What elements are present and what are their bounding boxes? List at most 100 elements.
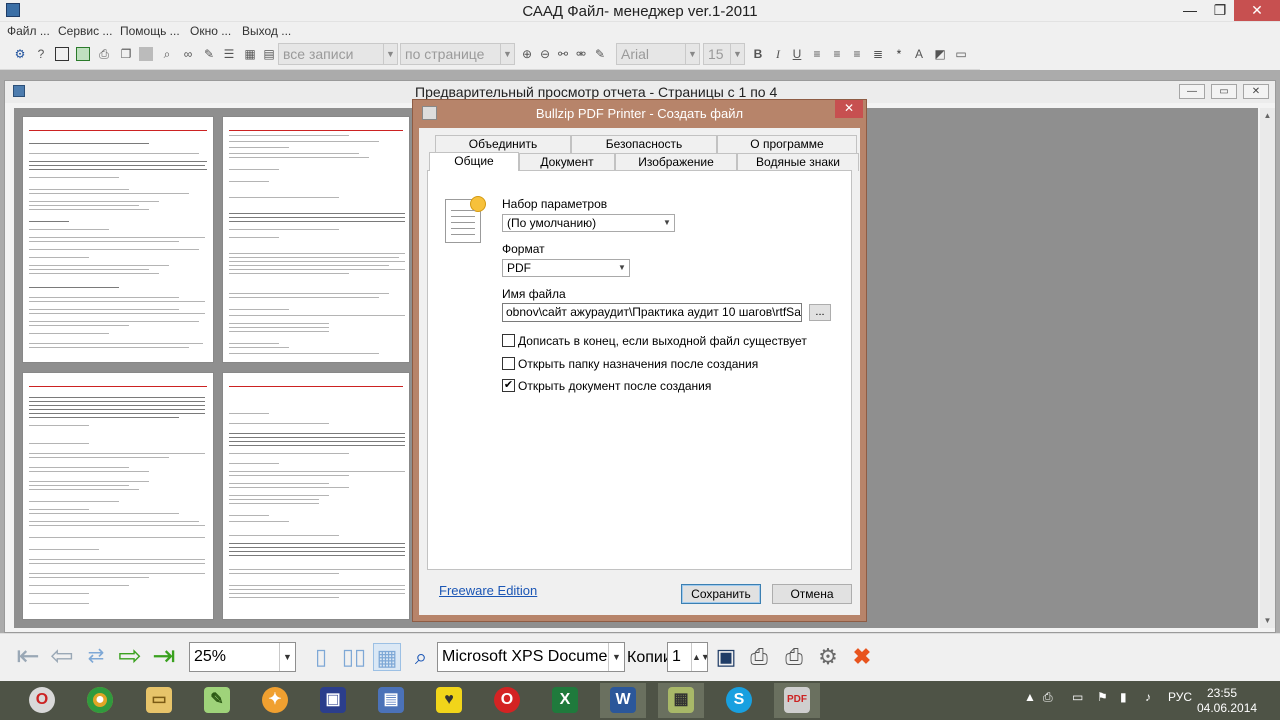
page-thumbnail-1[interactable] <box>22 116 214 363</box>
single-page-icon[interactable]: ▯ <box>307 643 335 671</box>
scroll-up-icon[interactable]: ▲ <box>1260 108 1275 123</box>
print-setup-icon[interactable]: ⎙ <box>745 643 773 671</box>
opera-red-icon[interactable]: O <box>484 683 530 718</box>
tab-watermarks[interactable]: Водяные знаки <box>737 153 859 171</box>
tray-printer-icon[interactable]: ⎙ <box>1043 690 1053 705</box>
page-thumbnail-3[interactable] <box>22 372 214 620</box>
font-size-select[interactable]: 15 ▼ <box>703 43 745 65</box>
save-icon[interactable]: ▣ <box>310 683 356 718</box>
print-icon[interactable]: ⎙ <box>780 643 808 671</box>
yandex-icon[interactable]: ♥ <box>426 683 472 718</box>
notepad-icon[interactable]: ✎ <box>194 683 240 718</box>
tray-flag-icon[interactable]: ⚑ <box>1097 690 1108 704</box>
search-icon[interactable]: ⌕ <box>160 47 174 61</box>
close-preview-icon[interactable]: ✖ <box>848 643 876 671</box>
bold-button[interactable]: B <box>751 47 765 61</box>
chrome-icon[interactable]: ● <box>77 683 123 718</box>
remote-icon[interactable]: ▤ <box>368 683 414 718</box>
tray-arrow-icon[interactable]: ▲ <box>1024 690 1036 704</box>
skype-icon[interactable]: S <box>716 683 762 718</box>
tab-document[interactable]: Документ <box>519 153 615 171</box>
preview-minimize-button[interactable]: — <box>1179 84 1205 99</box>
opera-icon[interactable]: O <box>19 683 65 718</box>
border-icon[interactable]: ▭ <box>954 47 968 61</box>
menu-file[interactable]: Файл ... <box>7 24 50 38</box>
cancel-button[interactable]: Отмена <box>772 584 852 604</box>
four-pages-icon[interactable]: ▦ <box>373 643 401 671</box>
menu-exit[interactable]: Выход ... <box>242 24 291 38</box>
minimize-button[interactable]: — <box>1176 0 1204 21</box>
zoom-icon[interactable]: ⌕ <box>407 643 435 671</box>
tab-general[interactable]: Общие <box>429 152 519 171</box>
align-justify-icon[interactable]: ≣ <box>871 47 885 61</box>
language-indicator[interactable]: РУС <box>1168 690 1192 704</box>
two-pages-icon[interactable]: ▯▯ <box>340 643 368 671</box>
tab-image[interactable]: Изображение <box>615 153 737 171</box>
dialog-close-button[interactable]: ✕ <box>835 100 863 118</box>
firefox-icon[interactable]: ✦ <box>252 683 298 718</box>
text-color-icon[interactable]: A <box>912 47 926 61</box>
list-icon[interactable]: ☰ <box>222 47 236 61</box>
page-thumbnail-2[interactable] <box>222 116 410 363</box>
align-center-icon[interactable]: ≡ <box>830 47 844 61</box>
open-folder-checkbox[interactable] <box>502 357 515 370</box>
brush-icon[interactable]: ✎ <box>593 47 607 61</box>
zoom-out-icon[interactable]: ⊖ <box>538 47 552 61</box>
tray-keyboard-icon[interactable]: ▭ <box>1072 690 1083 704</box>
page-thumbnail-4[interactable] <box>222 372 410 620</box>
save-disk-icon[interactable]: ▣ <box>712 643 740 671</box>
unlink-icon[interactable]: ⚮ <box>574 47 588 61</box>
zoom-in-icon[interactable]: ⊕ <box>520 47 534 61</box>
close-button[interactable]: ✕ <box>1234 0 1280 21</box>
tray-network-icon[interactable]: ▮ <box>1120 690 1127 704</box>
preview-maximize-button[interactable]: ▭ <box>1211 84 1237 99</box>
page-jump-icon[interactable]: ⇄ <box>81 641 111 673</box>
filter-select[interactable]: все записи ▼ <box>278 43 398 65</box>
fill-color-icon[interactable]: ◩ <box>933 47 947 61</box>
freeware-edition-link[interactable]: Freeware Edition <box>439 583 537 598</box>
prev-page-icon[interactable]: ⇦ <box>47 641 77 673</box>
connect-icon[interactable]: ⚙ <box>13 47 27 61</box>
explorer-icon[interactable]: ▭ <box>136 683 182 718</box>
save-button[interactable]: Сохранить <box>681 584 761 604</box>
format-select[interactable]: PDF ▼ <box>502 259 630 277</box>
preset-select[interactable]: (По умолчанию) ▼ <box>502 214 675 232</box>
last-page-icon[interactable]: ⇥ <box>149 641 179 673</box>
align-right-icon[interactable]: ≡ <box>850 47 864 61</box>
browse-button[interactable]: ... <box>809 304 831 321</box>
filename-input[interactable]: obnov\сайт ажураудит\Практика аудит 10 ш… <box>502 303 802 322</box>
next-page-icon[interactable]: ⇨ <box>115 641 145 673</box>
table-icon[interactable] <box>76 47 90 61</box>
menu-window[interactable]: Окно ... <box>190 24 231 38</box>
spinner-arrows-icon[interactable]: ▲▼ <box>691 643 707 671</box>
word-icon[interactable]: W <box>600 683 646 718</box>
open-document-checkbox[interactable]: ✔ <box>502 379 515 392</box>
asterisk-icon[interactable]: * <box>892 47 906 61</box>
archive-icon[interactable]: ▦ <box>658 683 704 718</box>
append-checkbox[interactable] <box>502 334 515 347</box>
underline-button[interactable]: U <box>790 47 804 61</box>
calculator-icon[interactable] <box>55 47 69 61</box>
tab-about[interactable]: О программе <box>717 135 857 153</box>
menu-service[interactable]: Сервис ... <box>58 24 112 38</box>
preview-close-button[interactable]: ✕ <box>1243 84 1269 99</box>
restore-button[interactable]: ❐ <box>1206 0 1234 21</box>
grid-icon[interactable]: ▤ <box>262 47 276 61</box>
help-icon[interactable]: ? <box>34 47 48 61</box>
printer-select[interactable]: Microsoft XPS Document Writer▼ <box>437 642 625 672</box>
align-left-icon[interactable]: ≡ <box>810 47 824 61</box>
binoculars-icon[interactable]: ∞ <box>181 47 195 61</box>
first-page-icon[interactable]: ⇤ <box>13 641 43 673</box>
filter-icon[interactable]: ▦ <box>243 47 257 61</box>
menu-help[interactable]: Помощь ... <box>120 24 180 38</box>
tray-volume-icon[interactable]: ♪ <box>1145 690 1151 704</box>
settings-icon[interactable]: ⚙ <box>814 643 842 671</box>
vertical-scrollbar[interactable]: ▲ ▼ <box>1260 108 1275 628</box>
scroll-down-icon[interactable]: ▼ <box>1260 613 1275 628</box>
zoom-select[interactable]: 25% ▼ <box>189 642 296 672</box>
stop-icon[interactable] <box>139 47 153 61</box>
tab-merge[interactable]: Объединить <box>435 135 571 153</box>
copies-spinner[interactable]: 1▲▼ <box>667 642 708 672</box>
link-icon[interactable]: ⚯ <box>556 47 570 61</box>
print-icon[interactable]: ⎙ <box>97 47 111 61</box>
